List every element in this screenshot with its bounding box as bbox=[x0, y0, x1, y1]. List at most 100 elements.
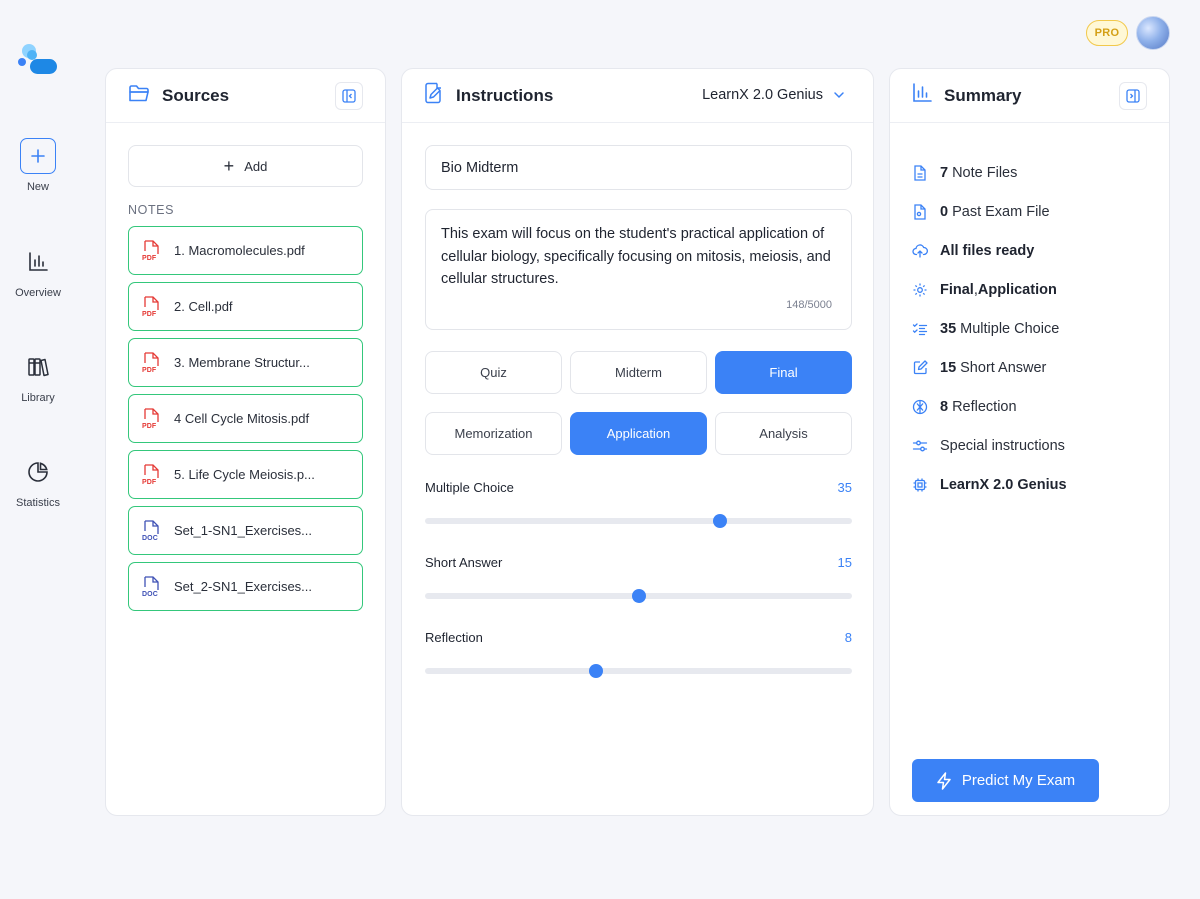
pie-chart-icon bbox=[0, 454, 76, 490]
document-icon bbox=[912, 164, 928, 181]
slider-track[interactable] bbox=[425, 589, 852, 603]
add-source-button[interactable]: + Add bbox=[128, 145, 363, 187]
rail-statistics[interactable]: Statistics bbox=[0, 454, 76, 509]
rail-label-new: New bbox=[26, 181, 49, 193]
file-list: PDF 1. Macromolecules.pdf PDF 2. Cell.pd… bbox=[128, 226, 363, 618]
add-label: Add bbox=[244, 158, 268, 174]
gear-icon bbox=[912, 282, 928, 298]
summary-panel: Summary 7 Note Files 0 Past Exam File Al… bbox=[889, 68, 1170, 816]
cloud-upload-icon bbox=[912, 243, 928, 259]
chip-icon bbox=[912, 477, 928, 493]
bar-chart-icon bbox=[0, 244, 76, 280]
sources-panel: Sources + Add NOTES PDF 1. Macromolecule… bbox=[105, 68, 386, 816]
file-name: 2. Cell.pdf bbox=[174, 299, 233, 314]
pdf-file-icon: PDF bbox=[142, 407, 160, 430]
exam-type-selector: Quiz Midterm Final bbox=[425, 351, 852, 394]
sliders-icon bbox=[912, 438, 928, 454]
slider-label: Short Answer bbox=[425, 555, 503, 570]
lightning-icon bbox=[937, 771, 951, 790]
exam-description-text: This exam will focus on the student's pr… bbox=[441, 226, 831, 287]
exam-description-textarea[interactable]: This exam will focus on the student's pr… bbox=[425, 209, 852, 330]
summary-past-exam: 0 Past Exam File bbox=[912, 192, 1152, 231]
doc-file-icon: DOC bbox=[142, 575, 160, 598]
summary-special-instructions: Special instructions bbox=[912, 426, 1152, 465]
file-item[interactable]: DOC Set_2-SN1_Exercises... bbox=[128, 562, 363, 611]
sidebar-collapse-icon bbox=[342, 89, 356, 103]
file-name: Set_1-SN1_Exercises... bbox=[174, 523, 313, 538]
collapse-summary-button[interactable] bbox=[1119, 82, 1147, 110]
rail-overview[interactable]: Overview bbox=[0, 244, 76, 299]
books-icon bbox=[0, 349, 76, 385]
file-item[interactable]: DOC Set_1-SN1_Exercises... bbox=[128, 506, 363, 555]
pdf-file-icon: PDF bbox=[142, 239, 160, 262]
pdf-file-icon: PDF bbox=[142, 295, 160, 318]
pdf-file-icon: PDF bbox=[142, 351, 160, 374]
summary-reflection: 8 Reflection bbox=[912, 387, 1152, 426]
summary-exam-config: Final , Application bbox=[912, 270, 1152, 309]
slider-knob[interactable] bbox=[712, 514, 727, 528]
file-item[interactable]: PDF 2. Cell.pdf bbox=[128, 282, 363, 331]
folder-icon bbox=[128, 83, 150, 108]
file-item[interactable]: PDF 4 Cell Cycle Mitosis.pdf bbox=[128, 394, 363, 443]
model-select-value: LearnX 2.0 Genius bbox=[702, 87, 823, 103]
notes-section-label: NOTES bbox=[128, 203, 175, 217]
file-name: Set_2-SN1_Exercises... bbox=[174, 579, 313, 594]
slider-value: 35 bbox=[837, 480, 852, 495]
file-item[interactable]: PDF 1. Macromolecules.pdf bbox=[128, 226, 363, 275]
slider-track[interactable] bbox=[425, 664, 852, 678]
slider-knob[interactable] bbox=[588, 664, 603, 678]
instructions-title: Instructions bbox=[456, 85, 554, 105]
summary-files-ready: All files ready bbox=[912, 231, 1152, 270]
rail-label-overview: Overview bbox=[15, 287, 61, 299]
file-item[interactable]: PDF 5. Life Cycle Meiosis.p... bbox=[128, 450, 363, 499]
reflection-icon bbox=[912, 399, 928, 415]
reflection-slider-block: Reflection 8 bbox=[425, 630, 852, 678]
sources-header: Sources bbox=[106, 69, 385, 123]
rail-label-statistics: Statistics bbox=[15, 497, 60, 509]
skill-selector: Memorization Application Analysis bbox=[425, 412, 852, 455]
sources-title: Sources bbox=[162, 85, 230, 105]
rail-library[interactable]: Library bbox=[0, 349, 76, 404]
collapse-sources-button[interactable] bbox=[335, 82, 363, 110]
slider-knob[interactable] bbox=[631, 589, 646, 603]
slider-value: 15 bbox=[837, 555, 852, 570]
edit-document-icon bbox=[424, 82, 444, 109]
predict-exam-button[interactable]: Predict My Exam bbox=[912, 759, 1099, 802]
summary-multiple-choice: 35 Multiple Choice bbox=[912, 309, 1152, 348]
slider-value: 8 bbox=[844, 630, 852, 645]
avatar[interactable] bbox=[1136, 16, 1170, 50]
skill-analysis[interactable]: Analysis bbox=[715, 412, 852, 455]
file-name: 4 Cell Cycle Mitosis.pdf bbox=[174, 411, 310, 426]
model-select[interactable]: LearnX 2.0 Genius bbox=[702, 87, 845, 103]
app-logo[interactable] bbox=[18, 42, 58, 78]
summary-short-answer: 15 Short Answer bbox=[912, 348, 1152, 387]
instructions-header: Instructions LearnX 2.0 Genius bbox=[402, 69, 873, 123]
exam-type-final[interactable]: Final bbox=[715, 351, 852, 394]
slider-label: Reflection bbox=[425, 630, 483, 645]
skill-application[interactable]: Application bbox=[570, 412, 707, 455]
exam-type-quiz[interactable]: Quiz bbox=[425, 351, 562, 394]
sidebar-collapse-icon bbox=[1126, 89, 1140, 103]
predict-label: Predict My Exam bbox=[961, 772, 1076, 789]
skill-memorization[interactable]: Memorization bbox=[425, 412, 562, 455]
exam-title-input[interactable] bbox=[425, 145, 852, 190]
checklist-icon bbox=[912, 321, 928, 337]
rail-label-library: Library bbox=[21, 392, 55, 404]
summary-list: 7 Note Files 0 Past Exam File All files … bbox=[912, 153, 1152, 504]
summary-note-files: 7 Note Files bbox=[912, 153, 1152, 192]
file-item[interactable]: PDF 3. Membrane Structur... bbox=[128, 338, 363, 387]
plus-icon: + bbox=[223, 156, 235, 176]
exam-type-midterm[interactable]: Midterm bbox=[570, 351, 707, 394]
plus-icon bbox=[20, 138, 56, 174]
edit-icon bbox=[912, 360, 928, 376]
pdf-file-icon: PDF bbox=[142, 463, 160, 486]
slider-track[interactable] bbox=[425, 514, 852, 528]
file-name: 3. Membrane Structur... bbox=[174, 355, 310, 370]
rail-new[interactable]: New bbox=[0, 138, 76, 193]
summary-model: LearnX 2.0 Genius bbox=[912, 465, 1152, 504]
bar-chart-icon bbox=[912, 83, 932, 108]
chevron-down-icon bbox=[833, 87, 845, 103]
instructions-panel: Instructions LearnX 2.0 Genius This exam… bbox=[401, 68, 874, 816]
slider-label: Multiple Choice bbox=[425, 480, 514, 495]
pro-badge[interactable]: PRO bbox=[1086, 20, 1128, 46]
